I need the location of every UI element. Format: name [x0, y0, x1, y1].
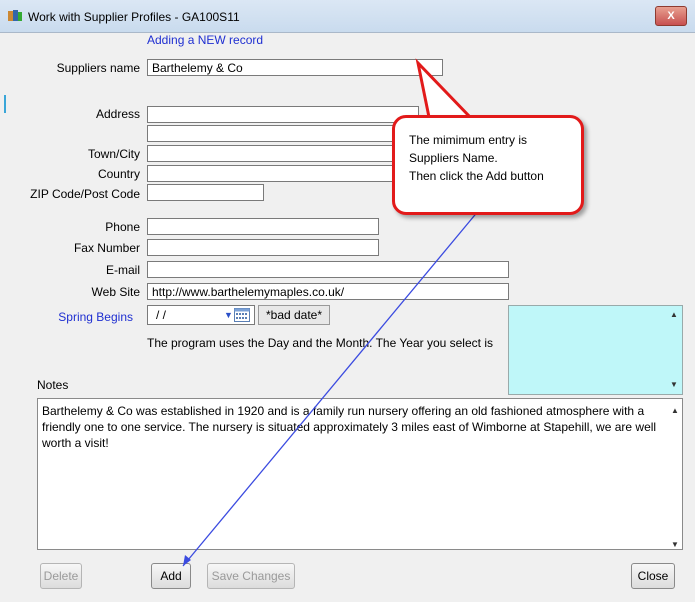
annotation-overlay — [182, 58, 495, 567]
callout-line-3: Then click the Add button — [409, 169, 544, 183]
callout-line-2: Suppliers Name. — [409, 151, 498, 165]
arrow-line — [182, 191, 495, 567]
callout-box: The mimimum entry is Suppliers Name. The… — [392, 115, 584, 215]
arrow-head — [183, 555, 191, 566]
callout-pointer — [415, 58, 474, 124]
callout-line-1: The mimimum entry is — [409, 133, 528, 147]
